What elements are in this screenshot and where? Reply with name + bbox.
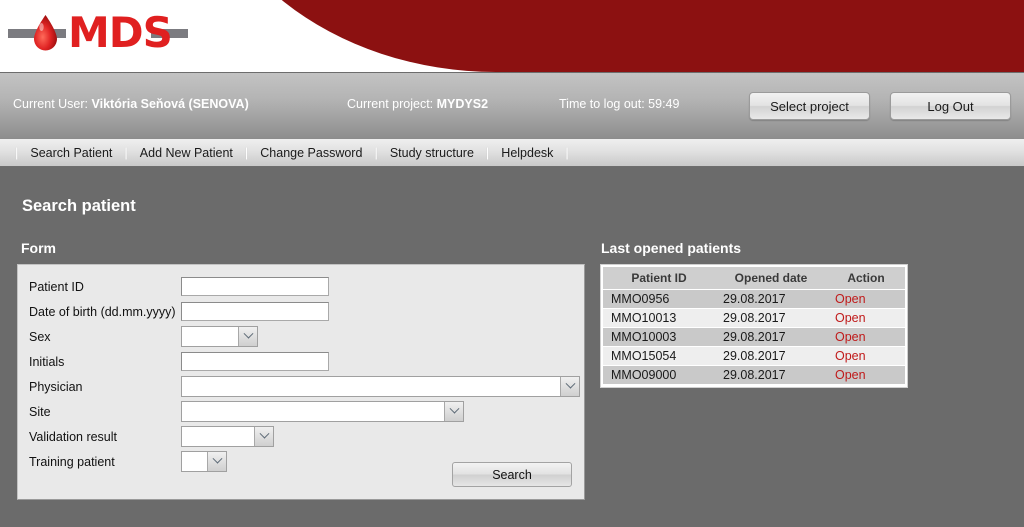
cell-patient-id: MMO15054 <box>603 346 715 366</box>
form-row-sex: Sex <box>18 324 584 349</box>
sex-select-value <box>182 327 238 346</box>
label-site: Site <box>29 404 51 419</box>
current-user-label: Current User: <box>13 97 89 111</box>
label-date-of-birth: Date of birth (dd.mm.yyyy) <box>29 304 176 319</box>
last-opened-patients-table-container: Patient ID Opened date Action MMO0956 29… <box>600 264 908 388</box>
column-header-patient-id: Patient ID <box>603 267 715 290</box>
table-row: MMO09000 29.08.2017 Open <box>603 365 905 385</box>
cell-action: Open <box>827 308 905 328</box>
label-sex: Sex <box>29 329 51 344</box>
cell-patient-id: MMO0956 <box>603 289 715 309</box>
form-row-site: Site <box>18 399 584 424</box>
nav-item-change-password[interactable]: Change Password <box>249 146 373 160</box>
form-row-validation-result: Validation result <box>18 424 584 449</box>
logout-timer-value: 59:49 <box>648 97 680 111</box>
search-button-container: Search <box>452 462 572 487</box>
form-row-patient-id: Patient ID <box>18 274 584 299</box>
chevron-down-icon[interactable] <box>444 402 463 421</box>
form-row-physician: Physician <box>18 374 584 399</box>
patient-id-input[interactable] <box>181 277 329 296</box>
form-row-date-of-birth: Date of birth (dd.mm.yyyy) <box>18 299 584 324</box>
chevron-down-icon[interactable] <box>238 327 257 346</box>
logo-wordmark: MDS <box>68 8 173 57</box>
cell-action: Open <box>827 327 905 347</box>
column-header-action: Action <box>827 267 905 290</box>
cell-opened-date: 29.08.2017 <box>715 327 827 347</box>
physician-select[interactable] <box>181 376 580 397</box>
current-project-label: Current project: <box>347 97 434 111</box>
open-link[interactable]: Open <box>835 292 866 306</box>
cell-opened-date: 29.08.2017 <box>715 308 827 328</box>
cell-patient-id: MMO10013 <box>603 308 715 328</box>
open-link[interactable]: Open <box>835 368 866 382</box>
main-content: Search patient Form Last opened patients… <box>0 167 1024 527</box>
nav-item-add-new-patient[interactable]: Add New Patient <box>129 146 244 160</box>
open-link[interactable]: Open <box>835 311 866 325</box>
search-patient-form: Patient ID Date of birth (dd.mm.yyyy) Se… <box>17 264 585 500</box>
main-navigation: | Search Patient | Add New Patient | Cha… <box>0 138 1024 167</box>
physician-select-value <box>182 377 560 396</box>
training-patient-select[interactable] <box>181 451 227 472</box>
search-button[interactable]: Search <box>452 462 572 487</box>
cell-opened-date: 29.08.2017 <box>715 365 827 385</box>
mds-logo[interactable]: MDS <box>8 8 188 62</box>
sex-select[interactable] <box>181 326 258 347</box>
nav-item-study-structure[interactable]: Study structure <box>379 146 485 160</box>
logout-timer: Time to log out: 59:49 <box>559 97 679 111</box>
site-select-value <box>182 402 444 421</box>
label-initials: Initials <box>29 354 65 369</box>
form-section-heading: Form <box>21 240 56 256</box>
table-row: MMO10013 29.08.2017 Open <box>603 308 905 328</box>
cell-action: Open <box>827 289 905 309</box>
column-header-opened-date: Opened date <box>715 267 827 290</box>
chevron-down-icon[interactable] <box>207 452 226 471</box>
table-header-row: Patient ID Opened date Action <box>603 267 905 290</box>
form-row-initials: Initials <box>18 349 584 374</box>
nav-item-helpdesk[interactable]: Helpdesk <box>490 146 564 160</box>
label-training-patient: Training patient <box>29 454 115 469</box>
user-status-bar: Current User: Viktória Seňová (SENOVA) C… <box>0 72 1024 138</box>
cell-patient-id: MMO09000 <box>603 365 715 385</box>
cell-opened-date: 29.08.2017 <box>715 289 827 309</box>
table-row: MMO10003 29.08.2017 Open <box>603 327 905 347</box>
cell-patient-id: MMO10003 <box>603 327 715 347</box>
nav-item-search-patient[interactable]: Search Patient <box>19 146 123 160</box>
nav-separator: | <box>565 145 569 160</box>
table-row: MMO0956 29.08.2017 Open <box>603 289 905 309</box>
logo-banner: MDS <box>0 0 1024 72</box>
current-project-value: MYDYS2 <box>436 97 489 111</box>
initials-input[interactable] <box>181 352 329 371</box>
date-of-birth-input[interactable] <box>181 302 329 321</box>
label-patient-id: Patient ID <box>29 279 84 294</box>
training-patient-select-value <box>182 452 207 471</box>
logout-timer-label: Time to log out: <box>559 97 645 111</box>
cell-action: Open <box>827 365 905 385</box>
logout-button[interactable]: Log Out <box>890 92 1011 120</box>
last-opened-patients-table: Patient ID Opened date Action MMO0956 29… <box>603 267 905 385</box>
current-user: Current User: Viktória Seňová (SENOVA) <box>13 97 249 111</box>
current-project: Current project: MYDYS2 <box>347 97 488 111</box>
validation-result-select-value <box>182 427 254 446</box>
current-user-value: Viktória Seňová (SENOVA) <box>91 97 249 111</box>
blood-drop-icon <box>34 15 57 51</box>
page-title: Search patient <box>22 197 136 215</box>
open-link[interactable]: Open <box>835 330 866 344</box>
select-project-button[interactable]: Select project <box>749 92 870 120</box>
open-link[interactable]: Open <box>835 349 866 363</box>
cell-opened-date: 29.08.2017 <box>715 346 827 366</box>
chevron-down-icon[interactable] <box>560 377 579 396</box>
table-row: MMO15054 29.08.2017 Open <box>603 346 905 366</box>
banner-red-swoosh <box>196 0 1024 72</box>
label-physician: Physician <box>29 379 83 394</box>
cell-action: Open <box>827 346 905 366</box>
last-opened-heading: Last opened patients <box>601 240 742 256</box>
site-select[interactable] <box>181 401 464 422</box>
chevron-down-icon[interactable] <box>254 427 273 446</box>
label-validation-result: Validation result <box>29 429 118 444</box>
validation-result-select[interactable] <box>181 426 274 447</box>
